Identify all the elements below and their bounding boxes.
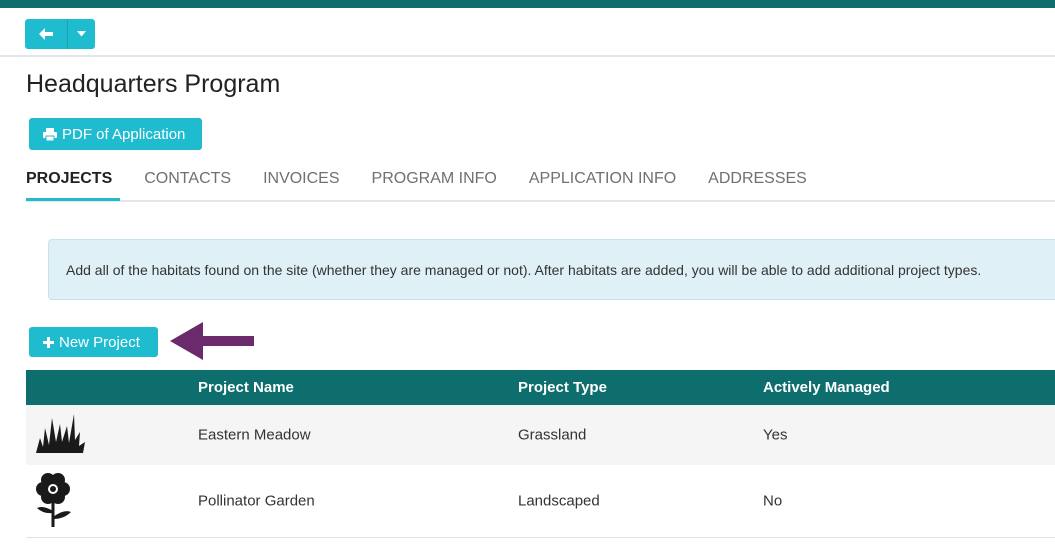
tab-divider xyxy=(26,200,1055,202)
header-divider xyxy=(0,55,1055,57)
arrow-left-icon xyxy=(39,28,53,40)
top-accent-bar xyxy=(0,0,1055,8)
projects-table-header: Project Name Project Type Actively Manag… xyxy=(26,370,1055,405)
tab-contacts[interactable]: CONTACTS xyxy=(144,168,231,201)
project-name: Pollinator Garden xyxy=(198,492,315,510)
new-project-button[interactable]: New Project xyxy=(29,327,158,357)
pdf-of-application-button[interactable]: PDF of Application xyxy=(29,118,202,150)
column-header-actively-managed[interactable]: Actively Managed xyxy=(763,379,890,396)
tab-bar: PROJECTS CONTACTS INVOICES PROGRAM INFO … xyxy=(26,168,839,201)
column-header-project-type[interactable]: Project Type xyxy=(518,379,607,396)
actively-managed: No xyxy=(763,492,783,510)
flower-icon xyxy=(34,471,74,531)
actively-managed: Yes xyxy=(763,426,788,444)
back-button[interactable] xyxy=(25,19,68,49)
project-name: Eastern Meadow xyxy=(198,426,311,444)
new-project-label: New Project xyxy=(59,333,140,351)
back-dropdown-button[interactable] xyxy=(68,19,95,49)
project-type: Grassland xyxy=(518,426,587,444)
tab-projects[interactable]: PROJECTS xyxy=(26,168,112,201)
grass-icon xyxy=(34,412,86,458)
pdf-button-label: PDF of Application xyxy=(62,125,186,143)
info-alert: Add all of the habitats found on the sit… xyxy=(48,239,1055,300)
page-title: Headquarters Program xyxy=(26,70,281,98)
plus-icon xyxy=(43,336,54,348)
tab-invoices[interactable]: INVOICES xyxy=(263,168,339,201)
tab-program-info[interactable]: PROGRAM INFO xyxy=(372,168,497,201)
info-alert-text: Add all of the habitats found on the sit… xyxy=(66,261,982,278)
active-tab-indicator xyxy=(26,198,120,201)
column-header-project-name[interactable]: Project Name xyxy=(198,379,294,396)
project-type: Landscaped xyxy=(518,492,600,510)
table-row[interactable]: Eastern Meadow Grassland Yes xyxy=(26,405,1055,465)
table-row[interactable]: Pollinator Garden Landscaped No xyxy=(26,465,1055,537)
printer-icon xyxy=(43,127,57,141)
tab-addresses[interactable]: ADDRESSES xyxy=(708,168,807,201)
caret-down-icon xyxy=(77,31,86,37)
back-button-group xyxy=(25,19,95,49)
tab-application-info[interactable]: APPLICATION INFO xyxy=(529,168,676,201)
row-divider xyxy=(26,537,1055,538)
annotation-arrow-icon xyxy=(170,322,254,360)
